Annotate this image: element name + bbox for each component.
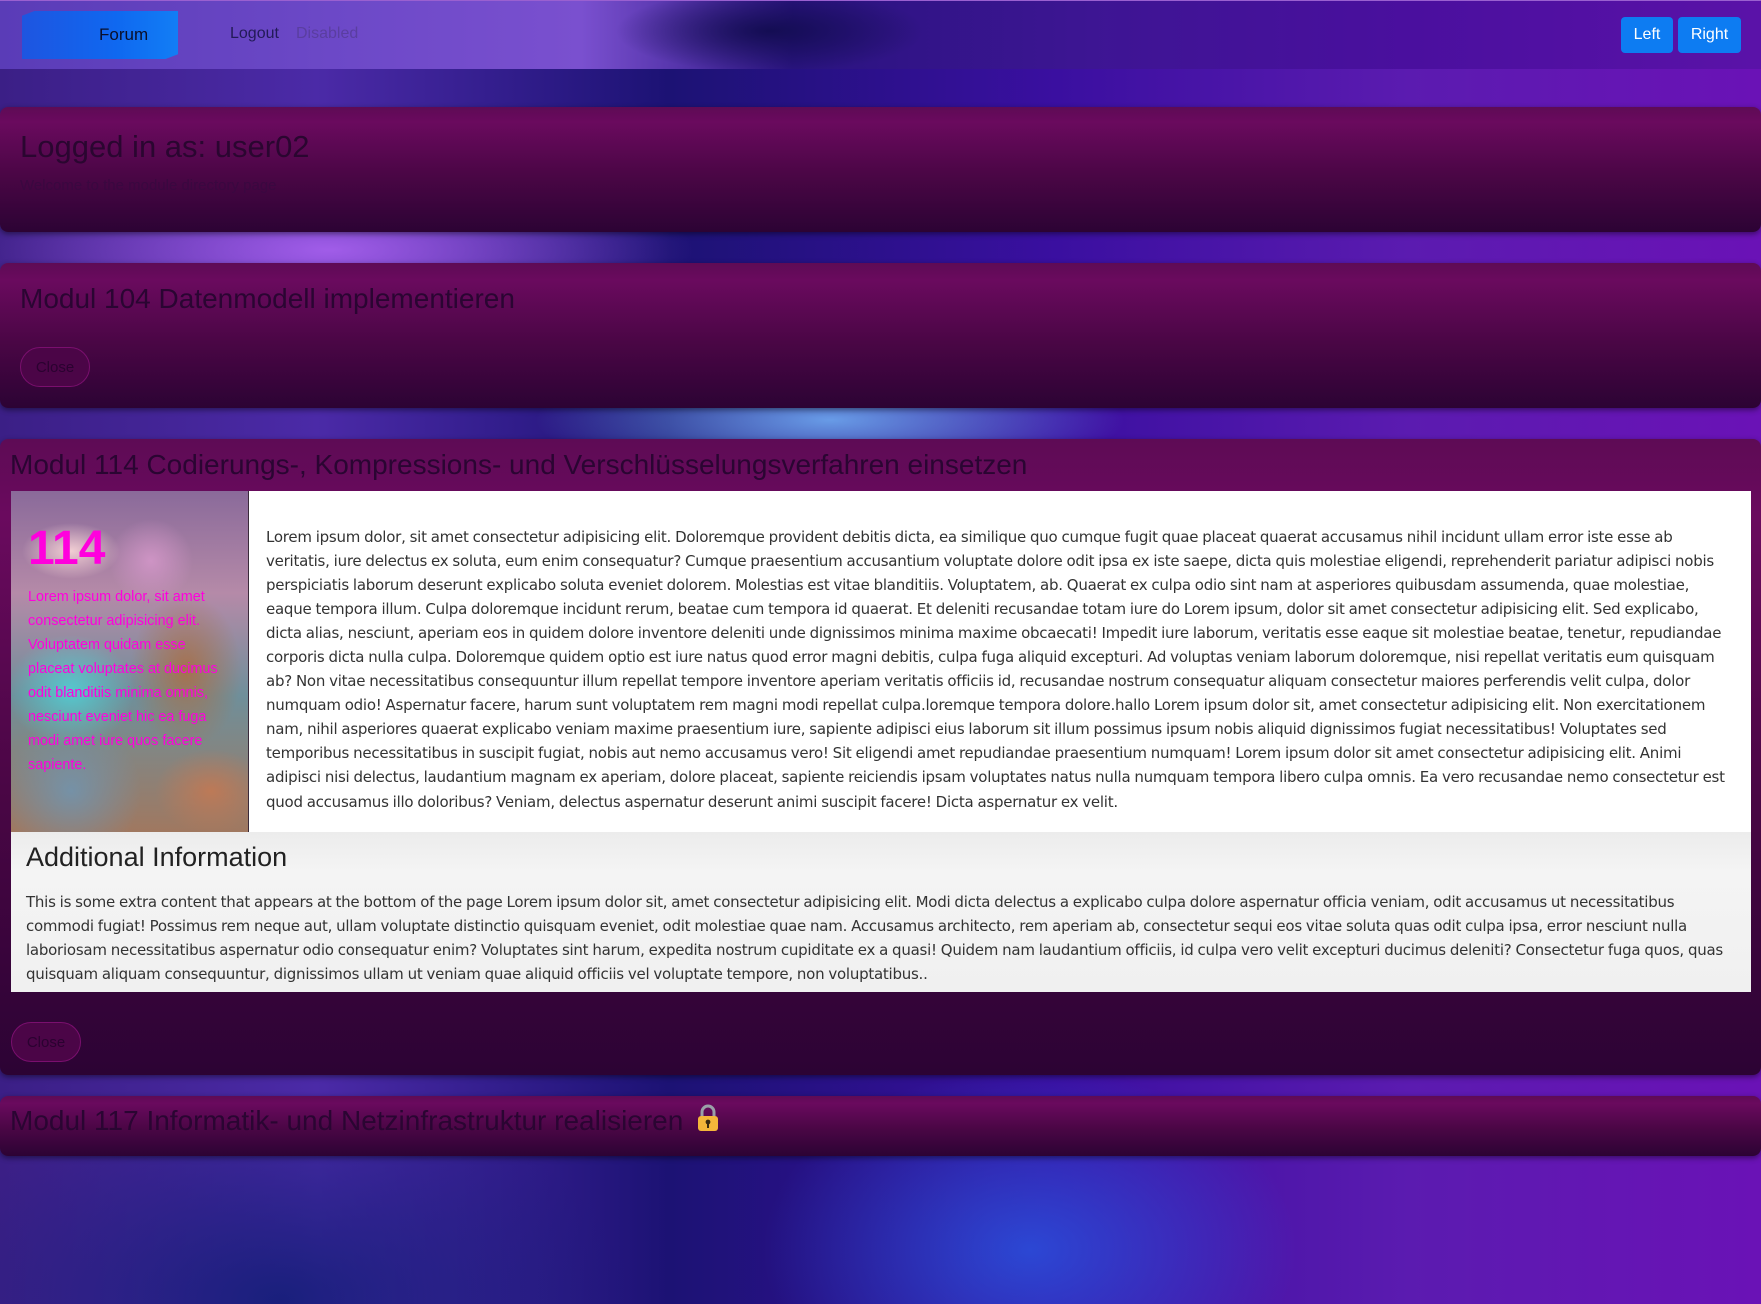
welcome-card: Logged in as: user02 Welcome to the modu… xyxy=(0,107,1761,232)
module-title[interactable]: Modul 114 Codierungs-, Kompressions- und… xyxy=(10,449,1027,481)
logged-in-title: Logged in as: user02 xyxy=(20,129,310,164)
module-card-104: Modul 104 Datenmodell implementieren Clo… xyxy=(0,263,1761,408)
additional-info-section: Additional Information This is some extr… xyxy=(11,832,1751,992)
module-title: Modul 117 Informatik- und Netzinfrastruk… xyxy=(10,1105,684,1136)
navbar: Forum Logout Disabled Left Right xyxy=(0,0,1761,69)
left-button[interactable]: Left xyxy=(1621,17,1673,53)
module-card-114: Modul 114 Codierungs-, Kompressions- und… xyxy=(0,439,1761,1075)
module-title-row[interactable]: Modul 117 Informatik- und Netzinfrastruk… xyxy=(10,1104,719,1139)
close-button[interactable]: Close xyxy=(11,1022,81,1062)
module-card-117: Modul 117 Informatik- und Netzinfrastruk… xyxy=(0,1096,1761,1156)
module-description: Lorem ipsum dolor, sit amet consectetur … xyxy=(266,528,1725,811)
module-image: 114 Lorem ipsum dolor, sit amet consecte… xyxy=(11,491,249,832)
additional-info-text: This is some extra content that appears … xyxy=(26,893,1723,983)
right-button[interactable]: Right xyxy=(1678,17,1741,53)
close-button[interactable]: Close xyxy=(20,347,90,387)
lock-icon xyxy=(697,1104,719,1139)
module-number: 114 xyxy=(28,522,106,575)
brand-logo[interactable]: Forum xyxy=(22,11,178,59)
module-title[interactable]: Modul 104 Datenmodell implementieren xyxy=(20,283,515,315)
welcome-subtitle: Welcome to the module directory page xyxy=(20,177,277,194)
disabled-link: Disabled xyxy=(296,25,359,42)
additional-info-title: Additional Information xyxy=(26,842,288,872)
logout-link[interactable]: Logout xyxy=(230,25,279,43)
image-caption: Lorem ipsum dolor, sit amet consectetur … xyxy=(28,589,218,773)
module-content: 114 Lorem ipsum dolor, sit amet consecte… xyxy=(11,491,1751,832)
brand-label: Forum xyxy=(99,25,149,44)
